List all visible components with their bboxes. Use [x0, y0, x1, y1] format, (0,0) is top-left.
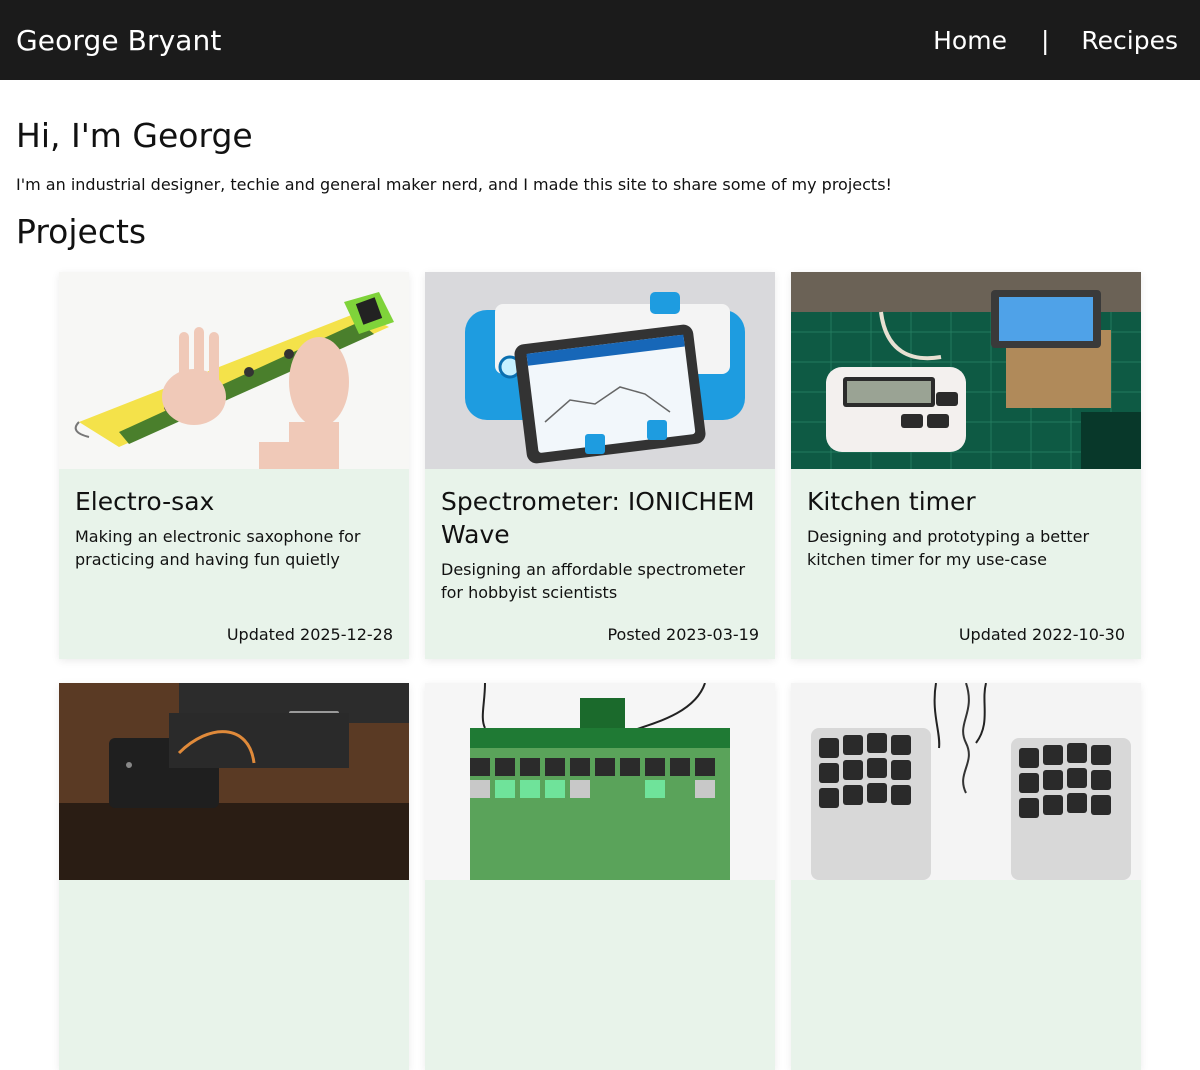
card-title: Spectrometer: IONICHEM Wave — [441, 487, 755, 549]
main-nav: Home | Recipes — [933, 26, 1178, 55]
projects-grid: Electro-sax Making an electronic saxopho… — [59, 272, 1141, 1070]
card-date: Updated 2025-12-28 — [226, 625, 393, 644]
nav-recipes-link[interactable]: Recipes — [1081, 26, 1178, 55]
card-body — [59, 880, 409, 896]
card-description: Designing an affordable spectrometer for… — [441, 560, 746, 602]
card-description: Making an electronic saxophone for pract… — [75, 527, 361, 569]
card-description: Designing and prototyping a better kitch… — [807, 527, 1090, 569]
card-body: Electro-sax Making an electronic saxopho… — [59, 469, 409, 571]
card-title: Electro-sax — [75, 487, 215, 516]
spectrometer-photo — [425, 272, 775, 469]
card-date: Updated 2022-10-30 — [958, 625, 1125, 644]
project-card-spectrometer[interactable]: Spectrometer: IONICHEM Wave Designing an… — [425, 272, 775, 659]
project-card-4[interactable] — [59, 683, 409, 1070]
nav-separator: | — [1040, 25, 1050, 55]
card-title: Kitchen timer — [807, 487, 976, 516]
card-body: Kitchen timer Designing and prototyping … — [791, 469, 1141, 571]
card-date: Posted 2023-03-19 — [607, 625, 759, 644]
card-body: Spectrometer: IONICHEM Wave Designing an… — [425, 469, 775, 604]
card-body — [791, 880, 1141, 896]
projects-heading: Projects — [16, 212, 147, 251]
kitchen-timer-photo — [791, 272, 1141, 469]
project-card-6[interactable] — [791, 683, 1141, 1070]
main-content: Hi, I'm George I'm an industrial designe… — [0, 116, 1200, 252]
site-header: George Bryant Home | Recipes — [0, 0, 1200, 80]
intro-text: I'm an industrial designer, techie and g… — [16, 175, 892, 194]
nav-home-link[interactable]: Home — [933, 26, 1007, 55]
split-keyboard-photo — [791, 683, 1141, 880]
card-body — [425, 880, 775, 896]
electro-sax-photo — [59, 272, 409, 469]
project-card-5[interactable] — [425, 683, 775, 1070]
project-card-electro-sax[interactable]: Electro-sax Making an electronic saxopho… — [59, 272, 409, 659]
monitor-mount-photo — [59, 683, 409, 880]
green-keyboard-photo — [425, 683, 775, 880]
greeting-heading: Hi, I'm George — [16, 116, 253, 155]
project-card-kitchen-timer[interactable]: Kitchen timer Designing and prototyping … — [791, 272, 1141, 659]
site-title-link[interactable]: George Bryant — [16, 24, 221, 57]
